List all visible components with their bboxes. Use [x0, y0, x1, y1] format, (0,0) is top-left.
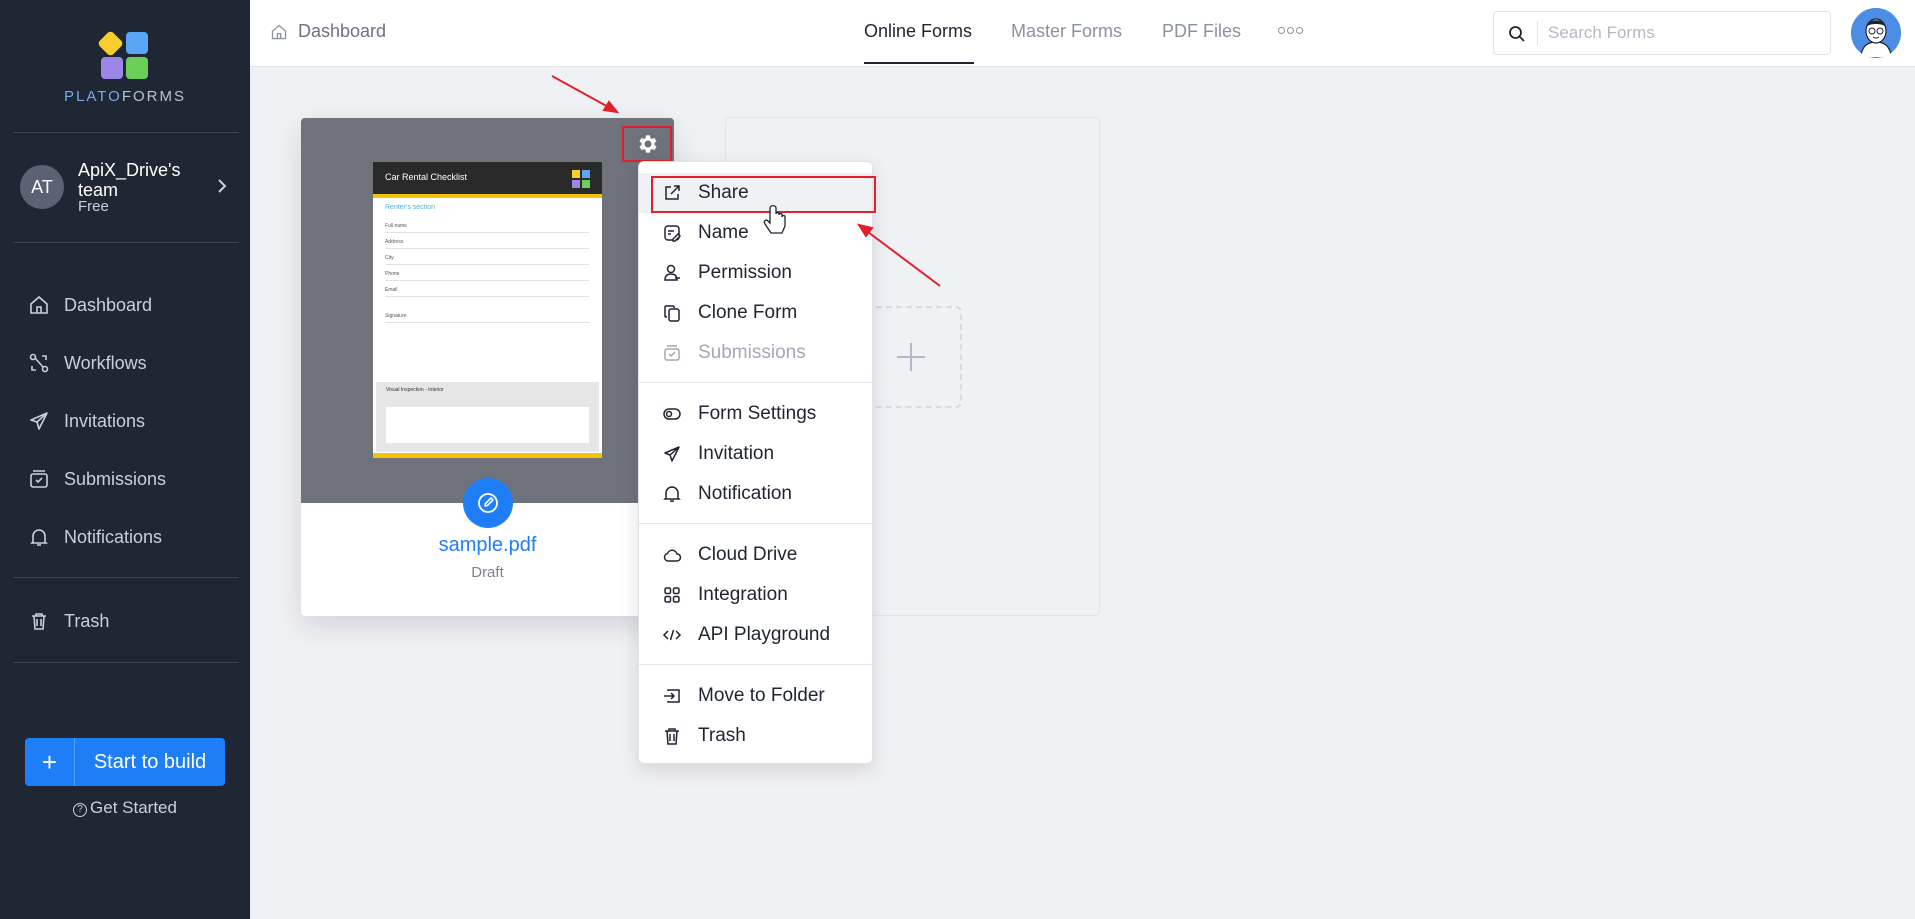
team-plan: Free: [78, 198, 109, 215]
sidebar-divider: [13, 662, 239, 663]
toggle-icon: [663, 408, 681, 420]
trash-icon: [665, 728, 679, 745]
sidebar-divider: [13, 577, 239, 578]
menu-separator: [639, 523, 872, 524]
form-status: Draft: [471, 564, 504, 581]
search-icon: [1509, 26, 1525, 42]
search-box: [1493, 11, 1831, 55]
search-separator: [1537, 21, 1538, 45]
share-highlight-box: [651, 176, 876, 213]
tab-pdf-files[interactable]: PDF Files: [1162, 21, 1241, 42]
plus-icon: +: [25, 738, 75, 786]
get-started-label: Get Started: [90, 798, 177, 817]
sidebar-item-label: Submissions: [64, 468, 167, 489]
form-settings-gear-button[interactable]: [622, 126, 672, 162]
mini-logo-icon: [572, 170, 590, 188]
code-icon: [662, 629, 682, 641]
sidebar-item-submissions[interactable]: Submissions: [28, 464, 166, 494]
menu-item-api-playground[interactable]: API Playground: [639, 615, 872, 655]
send-icon: [30, 412, 48, 430]
cloud-icon: [663, 549, 682, 562]
start-to-build-button[interactable]: + Start to build: [25, 738, 225, 786]
menu-item-invitation[interactable]: Invitation: [639, 434, 872, 474]
menu-item-notification[interactable]: Notification: [639, 474, 872, 514]
menu-separator: [639, 664, 872, 665]
form-title[interactable]: sample.pdf: [301, 534, 674, 557]
help-icon: ?: [73, 803, 88, 817]
team-name: ApiX_Drive's team: [78, 160, 181, 200]
inbox-icon: [664, 345, 680, 361]
more-tabs-icon[interactable]: [1278, 27, 1303, 34]
menu-item-trash[interactable]: Trash: [639, 716, 872, 756]
search-input[interactable]: [1548, 20, 1818, 46]
gear-icon: [639, 135, 657, 153]
chevron-right-icon: [218, 179, 227, 193]
sidebar-item-invitations[interactable]: Invitations: [28, 406, 145, 436]
top-header: Dashboard Online Forms Master Forms PDF …: [250, 0, 1915, 67]
sidebar-item-label: Dashboard: [64, 294, 153, 315]
home-icon: [30, 295, 48, 314]
form-thumbnail: Car Rental Checklist Renter's section Fu…: [373, 162, 602, 458]
bell-icon: [663, 486, 681, 502]
sidebar-item-label: Trash: [64, 610, 110, 631]
add-form-button[interactable]: [860, 306, 962, 408]
logo-text: PLATOFORMS: [64, 88, 186, 105]
plus-icon: [897, 343, 925, 371]
menu-item-clone-form[interactable]: Clone Form: [639, 293, 872, 333]
move-folder-icon: [664, 689, 680, 703]
sidebar-item-label: Workflows: [64, 352, 147, 373]
sidebar: PLATOFORMS AT ApiX_Drive's team Free Das…: [0, 0, 250, 919]
menu-item-integration[interactable]: Integration: [639, 575, 872, 615]
clone-icon: [664, 305, 680, 322]
arrow-to-gear: [551, 75, 620, 114]
menu-item-submissions: Submissions: [639, 333, 872, 373]
inbox-icon: [30, 470, 48, 488]
logo-squares-icon: [97, 30, 151, 80]
user-face-icon: [1851, 8, 1901, 58]
platoforms-logo[interactable]: PLATOFORMS: [0, 30, 250, 105]
edit-form-button[interactable]: [463, 478, 513, 528]
sidebar-item-label: Notifications: [64, 526, 163, 547]
menu-item-cloud-drive[interactable]: Cloud Drive: [639, 535, 872, 575]
user-avatar[interactable]: [1851, 8, 1901, 58]
sidebar-item-label: Invitations: [64, 410, 146, 431]
workflow-icon: [29, 353, 49, 373]
breadcrumb-label: Dashboard: [298, 21, 387, 41]
get-started-link[interactable]: ? Get Started: [0, 798, 250, 818]
start-to-build-label: Start to build: [93, 750, 207, 773]
active-tab-indicator: [864, 62, 974, 64]
trash-icon: [32, 613, 46, 630]
thumbnail-section: Renter's section: [385, 204, 435, 211]
bell-icon: [30, 529, 48, 546]
sidebar-divider: [13, 132, 239, 133]
menu-item-form-settings[interactable]: Form Settings: [639, 394, 872, 434]
tab-online-forms[interactable]: Online Forms: [864, 21, 972, 42]
edit-icon: [478, 493, 498, 513]
grid-icon: [664, 587, 680, 603]
home-icon: [271, 24, 287, 39]
user-permission-icon: [664, 264, 680, 281]
menu-item-permission[interactable]: Permission: [639, 253, 872, 293]
thumbnail-heading: Car Rental Checklist: [373, 162, 602, 194]
menu-item-name[interactable]: Name: [639, 213, 872, 253]
sidebar-item-notifications[interactable]: Notifications: [28, 522, 162, 552]
sidebar-divider: [13, 242, 239, 243]
menu-separator: [639, 382, 872, 383]
send-icon: [664, 446, 680, 462]
breadcrumb[interactable]: Dashboard: [270, 21, 386, 42]
team-avatar: AT: [20, 165, 64, 209]
sidebar-item-workflows[interactable]: Workflows: [28, 348, 147, 378]
sidebar-item-dashboard[interactable]: Dashboard: [28, 290, 152, 320]
rename-icon: [664, 225, 682, 242]
sidebar-item-trash[interactable]: Trash: [28, 606, 109, 636]
menu-item-move-to-folder[interactable]: Move to Folder: [639, 676, 872, 716]
team-switcher[interactable]: AT ApiX_Drive's team Free: [20, 160, 230, 220]
form-context-menu: Share Name Permission Clone Form Submiss…: [638, 161, 873, 764]
form-thumbnail-area: Car Rental Checklist Renter's section Fu…: [301, 118, 674, 503]
tab-master-forms[interactable]: Master Forms: [1011, 21, 1122, 42]
